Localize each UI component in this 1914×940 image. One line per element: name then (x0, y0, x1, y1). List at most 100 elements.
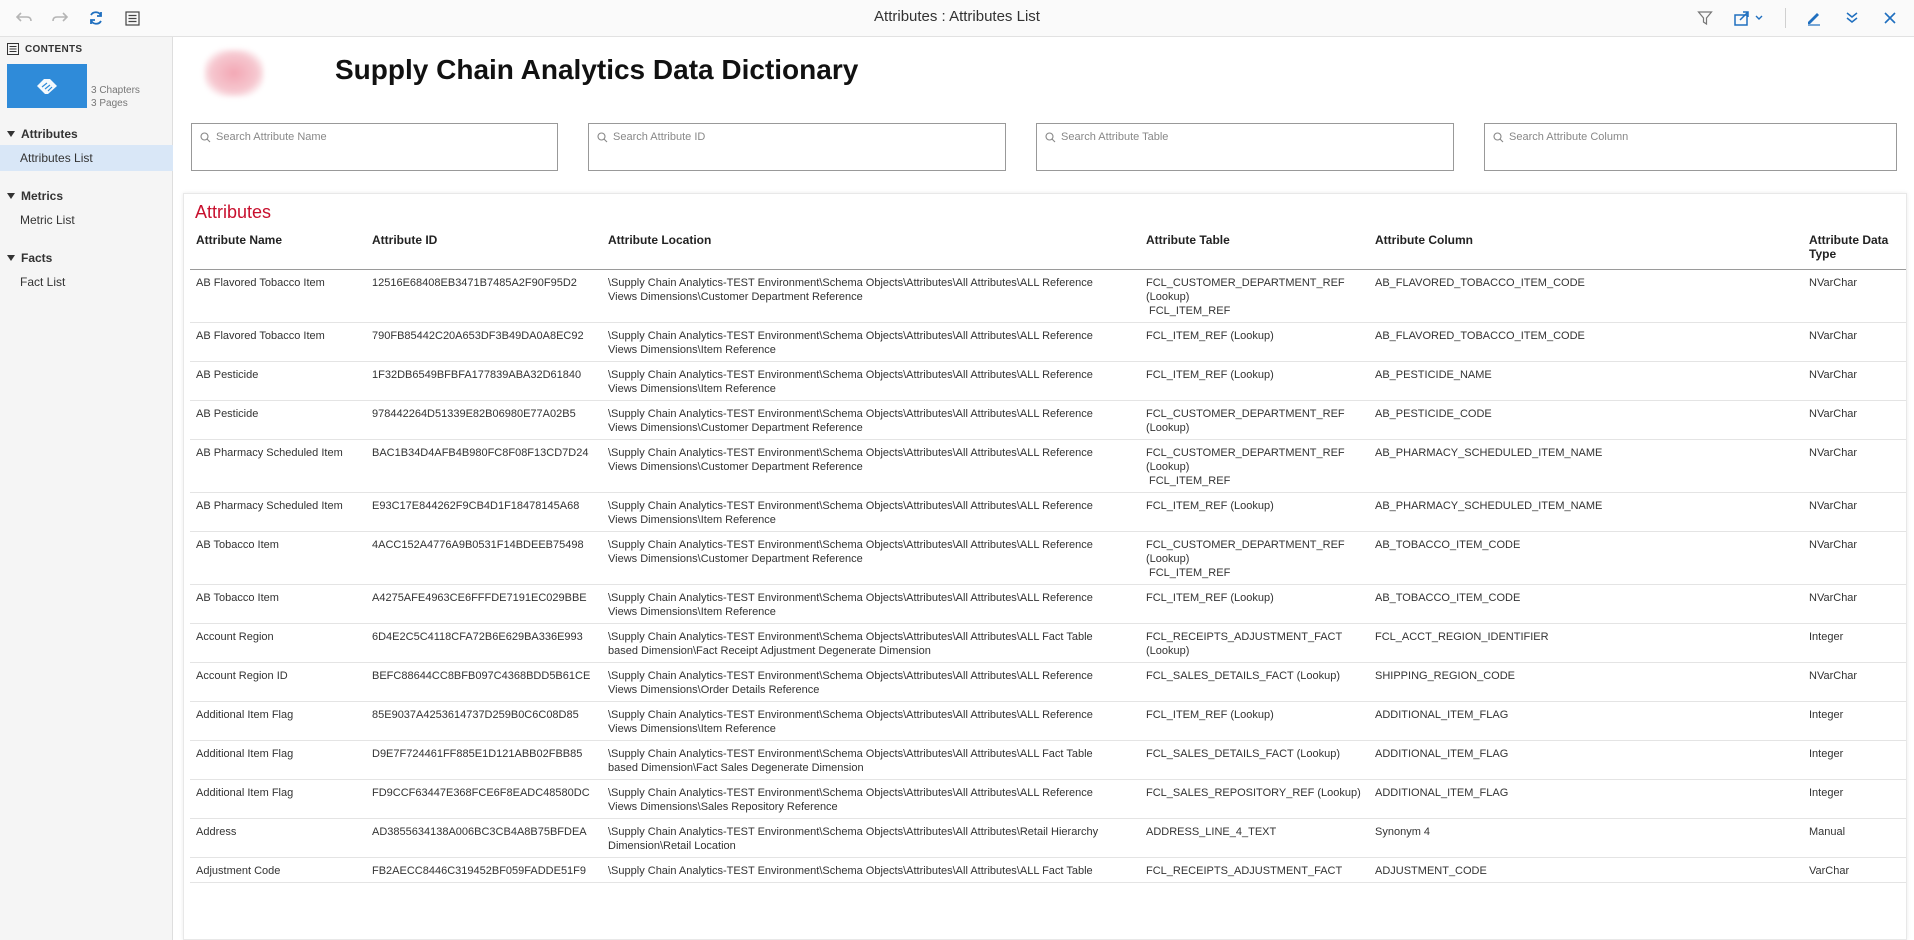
cell-attribute-column: AB_FLAVORED_TOBACCO_ITEM_CODE (1369, 322, 1803, 362)
sidebar-section-title[interactable]: Facts (0, 247, 173, 269)
column-header-column[interactable]: Attribute Column (1369, 233, 1803, 270)
column-header-data-type[interactable]: Attribute Data Type (1803, 233, 1906, 270)
cell-attribute-table: FCL_RECEIPTS_ADJUSTMENT_FACT (Lookup) (1140, 623, 1369, 663)
document-thumbnail[interactable] (7, 64, 87, 108)
cell-attribute-data-type: NVarChar (1803, 269, 1906, 323)
sidebar-item-attributes-list[interactable]: Attributes List (0, 145, 173, 171)
search-attribute-table-field[interactable] (1036, 123, 1454, 171)
sidebar-item-fact-list[interactable]: Fact List (0, 269, 173, 295)
cell-attribute-table: FCL_CUSTOMER_DEPARTMENT_REF (Lookup) FCL_… (1140, 439, 1369, 493)
share-icon[interactable] (1733, 8, 1767, 28)
sidebar-section-facts: Facts Fact List (0, 247, 173, 295)
column-header-location[interactable]: Attribute Location (602, 233, 1140, 270)
table-row[interactable]: Additional Item Flag D9E7F724461FF885E1D1… (190, 740, 1906, 780)
table-row[interactable]: AB Flavored Tobacco Item 790FB85442C20A65… (190, 322, 1906, 362)
cell-attribute-name: AB Pharmacy Scheduled Item (190, 492, 366, 532)
search-attribute-id-field[interactable] (588, 123, 1006, 171)
cell-attribute-data-type: NVarChar (1803, 439, 1906, 493)
company-logo (204, 49, 264, 97)
cell-attribute-table: FCL_CUSTOMER_DEPARTMENT_REF (Lookup) FCL_… (1140, 531, 1369, 585)
cell-attribute-location: \Supply Chain Analytics-TEST Environment… (602, 623, 1140, 663)
cell-attribute-column: AB_PHARMACY_SCHEDULED_ITEM_NAME (1369, 492, 1803, 532)
search-attribute-column-field[interactable] (1484, 123, 1897, 171)
table-name-line: FCL_SALES_REPOSITORY_REF (Lookup) (1146, 786, 1361, 799)
sidebar-section-title[interactable]: Metrics (0, 185, 173, 207)
table-of-contents-icon[interactable] (122, 8, 142, 28)
cell-attribute-data-type: Manual (1803, 818, 1906, 858)
cell-attribute-column: AB_PHARMACY_SCHEDULED_ITEM_NAME (1369, 439, 1803, 493)
table-name-line: FCL_RECEIPTS_ADJUSTMENT_FACT (Lookup) (1146, 630, 1343, 657)
toolbar-right-group (1695, 8, 1900, 28)
thumbnail-meta: 3 Chapters 3 Pages (91, 84, 140, 110)
cell-attribute-id: E93C17E844262F9CB4D1F18478145A68 (366, 492, 602, 532)
table-row[interactable]: AB Pesticide 1F32DB6549BFBFA177839ABA32D6… (190, 361, 1906, 401)
search-attribute-id-input[interactable] (613, 131, 988, 143)
cell-attribute-column: ADDITIONAL_ITEM_FLAG (1369, 701, 1803, 741)
column-header-table[interactable]: Attribute Table (1140, 233, 1369, 270)
table-body: AB Flavored Tobacco Item 12516E68408EB347… (190, 269, 1906, 883)
table-name-line: ADDRESS_LINE_4_TEXT (1146, 825, 1277, 838)
table-row[interactable]: Account Region ID BEFC88644CC8BFB097C4368… (190, 662, 1906, 702)
cell-attribute-table: FCL_ITEM_REF (Lookup) (1140, 701, 1369, 741)
close-icon[interactable] (1880, 8, 1900, 28)
cell-attribute-column: SHIPPING_REGION_CODE (1369, 662, 1803, 702)
cell-attribute-table: ADDRESS_LINE_4_TEXT (1140, 818, 1369, 858)
cell-attribute-data-type: NVarChar (1803, 662, 1906, 702)
attributes-table: Attribute Name Attribute ID Attribute Lo… (190, 233, 1906, 883)
cell-attribute-location: \Supply Chain Analytics-TEST Environment… (602, 531, 1140, 585)
table-row[interactable]: Additional Item Flag 85E9037A4253614737D2… (190, 701, 1906, 741)
cell-attribute-location: \Supply Chain Analytics-TEST Environment… (602, 701, 1140, 741)
table-row[interactable]: AB Pesticide 978442264D51339E82B06980E77A… (190, 400, 1906, 440)
cell-attribute-id: 1F32DB6549BFBFA177839ABA32D61840 (366, 361, 602, 401)
table-row[interactable]: AB Flavored Tobacco Item 12516E68408EB347… (190, 269, 1906, 323)
filter-icon[interactable] (1695, 8, 1715, 28)
table-row[interactable]: AB Tobacco Item A4275AFE4963CE6FFFDE7191E… (190, 584, 1906, 624)
search-attribute-name-input[interactable] (216, 131, 545, 143)
table-name-line: FCL_ITEM_REF (Lookup) (1146, 591, 1274, 604)
window-title: Attributes : Attributes List (874, 8, 1040, 25)
table-name-line: FCL_CUSTOMER_DEPARTMENT_REF (Lookup) (1146, 538, 1345, 565)
cell-attribute-table: FCL_CUSTOMER_DEPARTMENT_REF (Lookup) FCL_… (1140, 269, 1369, 323)
chapters-count: 3 Chapters (91, 85, 140, 96)
cell-attribute-data-type: NVarChar (1803, 531, 1906, 585)
cell-attribute-location: \Supply Chain Analytics-TEST Environment… (602, 400, 1140, 440)
cell-attribute-column: ADDITIONAL_ITEM_FLAG (1369, 740, 1803, 780)
sidebar-section-metrics: Metrics Metric List (0, 185, 173, 233)
cell-attribute-name: AB Pesticide (190, 400, 366, 440)
table-row[interactable]: Address AD3855634138A006BC3CB4A8B75BFDEA \… (190, 818, 1906, 858)
column-header-id[interactable]: Attribute ID (366, 233, 602, 270)
cell-attribute-column: AB_PESTICIDE_NAME (1369, 361, 1803, 401)
table-row[interactable]: AB Tobacco Item 4ACC152A4776A9B0531F14BDE… (190, 531, 1906, 585)
search-icon (597, 132, 608, 143)
page-title: Supply Chain Analytics Data Dictionary (335, 54, 859, 85)
table-row[interactable]: AB Pharmacy Scheduled Item E93C17E844262F… (190, 492, 1906, 532)
refresh-icon[interactable] (86, 8, 106, 28)
table-name-line: FCL_CUSTOMER_DEPARTMENT_REF (Lookup) (1146, 276, 1345, 303)
sidebar-section-attributes: Attributes Attributes List (0, 123, 173, 171)
pages-count: 3 Pages (91, 98, 128, 109)
cell-attribute-table: FCL_CUSTOMER_DEPARTMENT_REF (Lookup) (1140, 400, 1369, 440)
column-header-name[interactable]: Attribute Name (190, 233, 366, 270)
search-attribute-column-input[interactable] (1509, 131, 1879, 143)
cell-attribute-column: AB_FLAVORED_TOBACCO_ITEM_CODE (1369, 269, 1803, 323)
cell-attribute-location: \Supply Chain Analytics-TEST Environment… (602, 361, 1140, 401)
cell-attribute-location: \Supply Chain Analytics-TEST Environment… (602, 492, 1140, 532)
search-attribute-name-field[interactable] (191, 123, 558, 171)
sidebar-item-metric-list[interactable]: Metric List (0, 207, 173, 233)
sidebar-section-title[interactable]: Attributes (0, 123, 173, 145)
undo-icon[interactable] (14, 8, 34, 28)
table-row[interactable]: Account Region 6D4E2C5C4118CFA72B6E629BA3… (190, 623, 1906, 663)
cell-attribute-location: \Supply Chain Analytics-TEST Environment… (602, 439, 1140, 493)
cell-attribute-id: 12516E68408EB3471B7485A2F90F95D2 (366, 269, 602, 323)
search-attribute-table-input[interactable] (1061, 131, 1436, 143)
main-content: Supply Chain Analytics Data Dictionary A… (174, 37, 1914, 940)
table-row[interactable]: Adjustment Code FB2AECC8446C319452BF059FA… (190, 857, 1906, 883)
table-row[interactable]: AB Pharmacy Scheduled Item BAC1B34D4AFB4B… (190, 439, 1906, 493)
table-row[interactable]: Additional Item Flag FD9CCF63447E368FCE6F… (190, 779, 1906, 819)
cell-attribute-data-type: NVarChar (1803, 492, 1906, 532)
edit-pencil-icon[interactable] (1804, 8, 1824, 28)
table-name-line: FCL_ITEM_REF (Lookup) (1146, 329, 1274, 342)
redo-icon[interactable] (50, 8, 70, 28)
cell-attribute-id: A4275AFE4963CE6FFFDE7191EC029BBE (366, 584, 602, 624)
double-chevron-down-icon[interactable] (1842, 8, 1862, 28)
